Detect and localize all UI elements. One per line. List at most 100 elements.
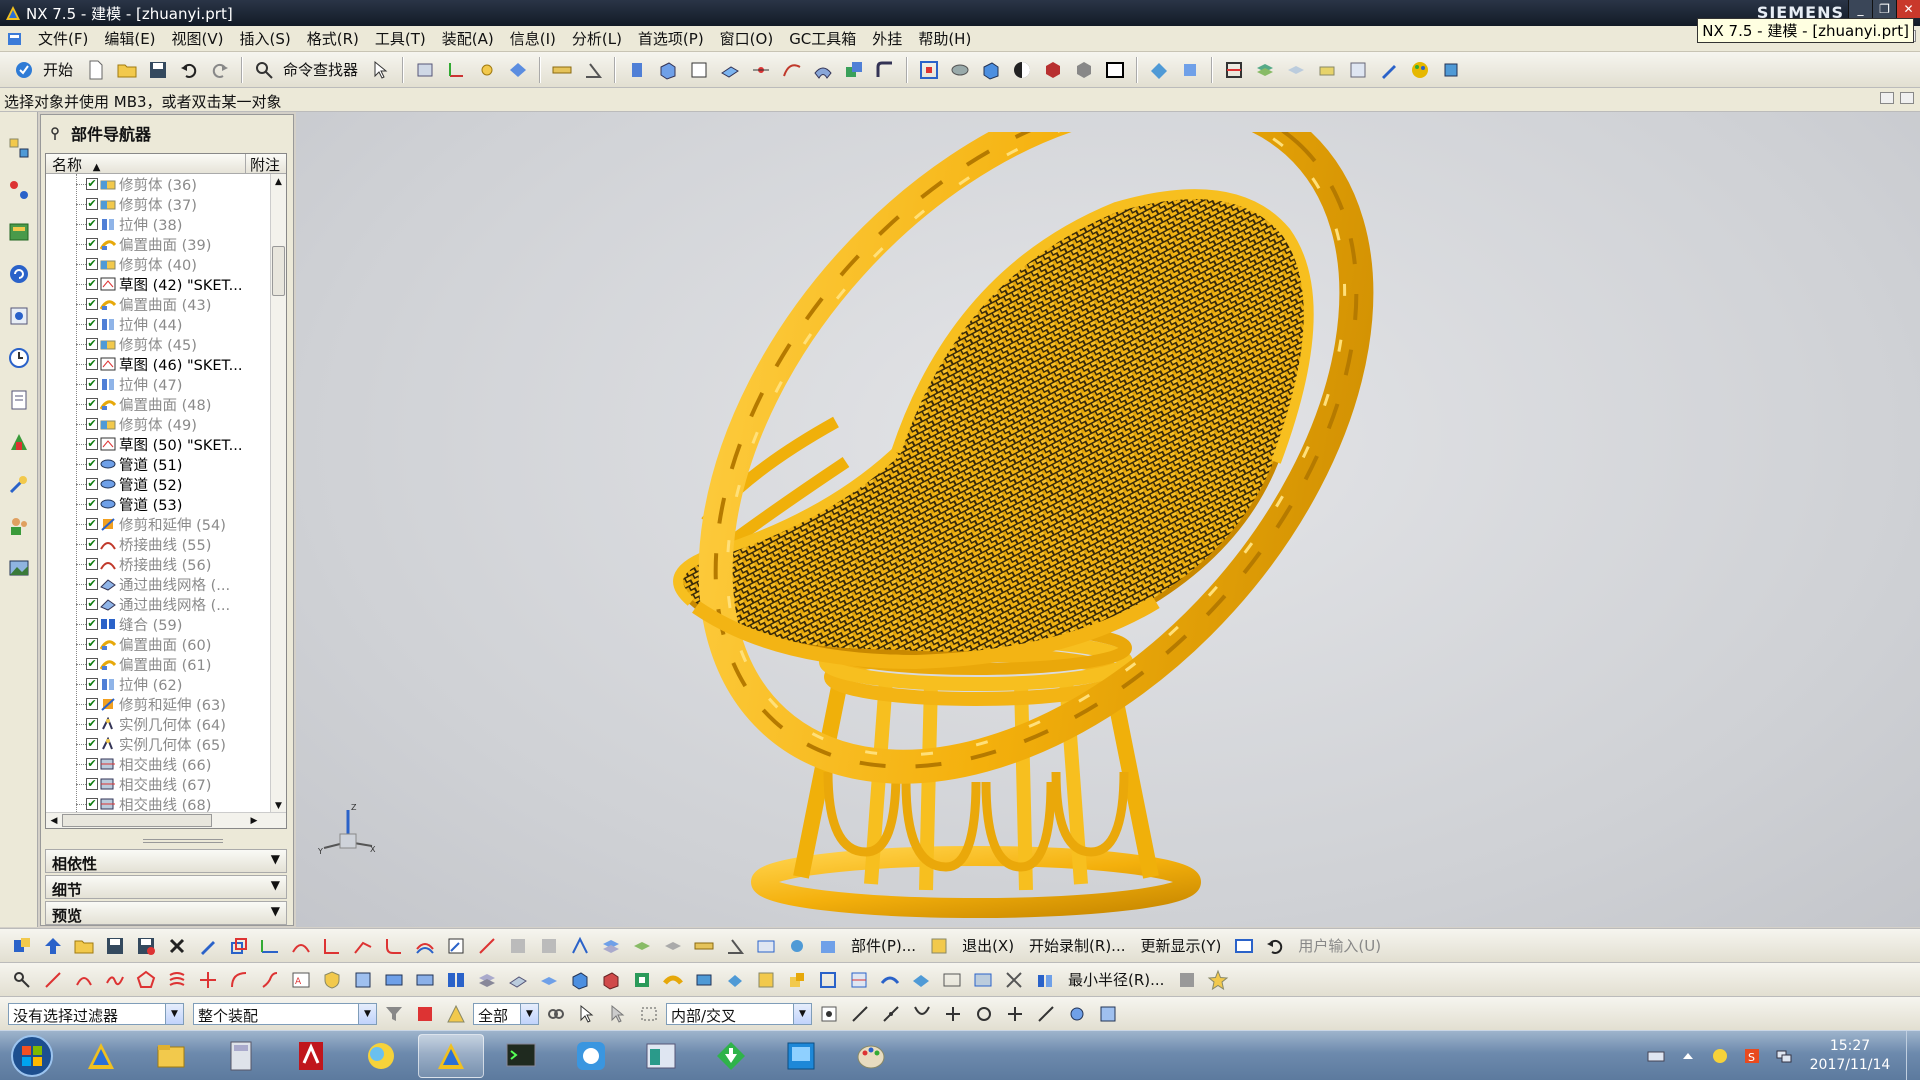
window-icon[interactable] <box>1230 932 1258 960</box>
sketch-dimension-icon[interactable] <box>256 932 284 960</box>
polygon-icon[interactable] <box>132 966 160 994</box>
feature-tree-node[interactable]: ✔ 桥接曲线 (55) <box>46 534 272 554</box>
start-recording-button[interactable]: 开始录制(R)... <box>1023 935 1131 956</box>
menu-help[interactable]: 帮助(H) <box>910 28 979 49</box>
part-cleanup-icon[interactable] <box>783 932 811 960</box>
patch-icon[interactable] <box>628 966 656 994</box>
system-clock[interactable]: 15:27 2017/11/14 <box>1800 1037 1900 1075</box>
manufacturing-wizard-icon[interactable] <box>4 468 34 500</box>
min-radius-button[interactable]: 最小半径(R)... <box>1062 969 1170 990</box>
visibility-checkbox[interactable]: ✔ <box>86 418 98 430</box>
visibility-checkbox[interactable]: ✔ <box>86 498 98 510</box>
surface-icon[interactable] <box>809 56 837 84</box>
feature-tree-node[interactable]: ✔ 修剪体 (49) <box>46 414 272 434</box>
selection-type-dropdown[interactable]: 全部 ▼ <box>473 1002 539 1025</box>
menu-tools[interactable]: 工具(T) <box>367 28 434 49</box>
status-toggle-icon[interactable] <box>1880 92 1894 104</box>
line-icon[interactable] <box>39 966 67 994</box>
hide-icon[interactable] <box>1313 56 1341 84</box>
trim-sheet-icon[interactable] <box>752 966 780 994</box>
snap-point-icon[interactable] <box>473 56 501 84</box>
snap-quadrant-icon[interactable] <box>970 1000 998 1028</box>
tray-sogou-icon[interactable]: S <box>1743 1047 1761 1065</box>
visibility-checkbox[interactable]: ✔ <box>86 378 98 390</box>
deselect-icon[interactable] <box>604 1000 632 1028</box>
visibility-checkbox[interactable]: ✔ <box>86 238 98 250</box>
through-curves-icon[interactable] <box>504 966 532 994</box>
visibility-checkbox[interactable]: ✔ <box>86 698 98 710</box>
measure-angle-icon[interactable] <box>579 56 607 84</box>
feature-filter-icon[interactable] <box>411 1000 439 1028</box>
feature-tree-node[interactable]: ✔ 拉伸 (38) <box>46 214 272 234</box>
column-header-name[interactable]: 名称 ▲ <box>46 154 246 174</box>
menu-format[interactable]: 格式(R) <box>299 28 367 49</box>
taskbar-calculator-icon[interactable] <box>208 1034 274 1078</box>
feature-tree-node[interactable]: ✔ 修剪体 (37) <box>46 194 272 214</box>
assembly-navigator-icon[interactable] <box>4 132 34 164</box>
split-body-icon[interactable] <box>845 966 873 994</box>
menu-window[interactable]: 窗口(O) <box>712 28 782 49</box>
visibility-checkbox[interactable]: ✔ <box>86 518 98 530</box>
offset-curve-icon[interactable] <box>411 932 439 960</box>
visibility-checkbox[interactable]: ✔ <box>86 798 98 810</box>
mesh-analysis-icon[interactable] <box>969 966 997 994</box>
edit-parameters-icon[interactable] <box>194 932 222 960</box>
visibility-checkbox[interactable]: ✔ <box>86 598 98 610</box>
visibility-checkbox[interactable]: ✔ <box>86 438 98 450</box>
visibility-checkbox[interactable]: ✔ <box>86 758 98 770</box>
replace-component-icon[interactable] <box>1176 56 1204 84</box>
shield-icon[interactable] <box>318 966 346 994</box>
visibility-checkbox[interactable]: ✔ <box>86 358 98 370</box>
select-tool-icon[interactable] <box>367 56 395 84</box>
measure-tape-icon[interactable] <box>690 932 718 960</box>
wcs-icon[interactable] <box>442 56 470 84</box>
history-icon[interactable] <box>4 342 34 374</box>
project-curve-icon[interactable] <box>473 932 501 960</box>
column-header-note[interactable]: 附注 <box>246 154 286 174</box>
visibility-checkbox[interactable]: ✔ <box>86 578 98 590</box>
sew-icon[interactable] <box>814 966 842 994</box>
feature-tree-node[interactable]: ✔ 拉伸 (62) <box>46 674 272 694</box>
boolean-unite-icon[interactable] <box>840 56 868 84</box>
reuse-library-icon[interactable] <box>4 258 34 290</box>
extend-curve-icon[interactable] <box>349 932 377 960</box>
curvature-analysis-icon[interactable] <box>907 966 935 994</box>
feature-tree-node[interactable]: ✔ 修剪体 (36) <box>46 174 272 194</box>
snap-on-surface-icon[interactable] <box>1063 1000 1091 1028</box>
blend-icon[interactable] <box>871 56 899 84</box>
ruled-icon[interactable] <box>535 966 563 994</box>
constraint-navigator-icon[interactable] <box>4 174 34 206</box>
snap-existing-point-icon[interactable] <box>1001 1000 1029 1028</box>
feature-tree-node[interactable]: ✔ 草图 (50) "SKET... <box>46 434 272 454</box>
assembly-icon[interactable] <box>8 932 36 960</box>
rotate-view-icon[interactable] <box>946 56 974 84</box>
snap-midpoint-icon[interactable] <box>846 1000 874 1028</box>
visibility-checkbox[interactable]: ✔ <box>86 658 98 670</box>
user-input-button[interactable]: 用户输入(U) <box>1292 935 1387 956</box>
menu-file[interactable]: 文件(F) <box>30 28 96 49</box>
thicken-icon[interactable] <box>690 966 718 994</box>
menu-insert[interactable]: 插入(S) <box>232 28 299 49</box>
menu-analysis[interactable]: 分析(L) <box>564 28 630 49</box>
book-icon[interactable] <box>442 966 470 994</box>
refresh-display-button[interactable]: 更新显示(Y) <box>1134 935 1227 956</box>
trim-curve-icon[interactable] <box>287 932 315 960</box>
general-filter-icon[interactable] <box>442 1000 470 1028</box>
visibility-checkbox[interactable]: ✔ <box>86 678 98 690</box>
n-sided-surface-icon[interactable] <box>597 966 625 994</box>
visibility-checkbox[interactable]: ✔ <box>86 478 98 490</box>
rectangle-select-icon[interactable] <box>635 1000 663 1028</box>
details-section[interactable]: 细节 ▼ <box>45 875 287 899</box>
bridge-icon[interactable] <box>225 966 253 994</box>
shaded-with-edges-icon[interactable] <box>1008 56 1036 84</box>
feature-tree-node[interactable]: ✔ 拉伸 (44) <box>46 314 272 334</box>
menu-information[interactable]: 信息(I) <box>502 28 564 49</box>
feature-tree-node[interactable]: ✔ 相交曲线 (67) <box>46 774 272 794</box>
preferences-icon[interactable] <box>1437 56 1465 84</box>
taskbar-window-icon[interactable] <box>628 1034 694 1078</box>
text-curve-icon[interactable]: A <box>287 966 315 994</box>
arc-icon[interactable] <box>70 966 98 994</box>
studio-spline-icon[interactable] <box>101 966 129 994</box>
taskbar-nx-icon[interactable] <box>68 1034 134 1078</box>
taskbar-terminal-icon[interactable] <box>488 1034 554 1078</box>
